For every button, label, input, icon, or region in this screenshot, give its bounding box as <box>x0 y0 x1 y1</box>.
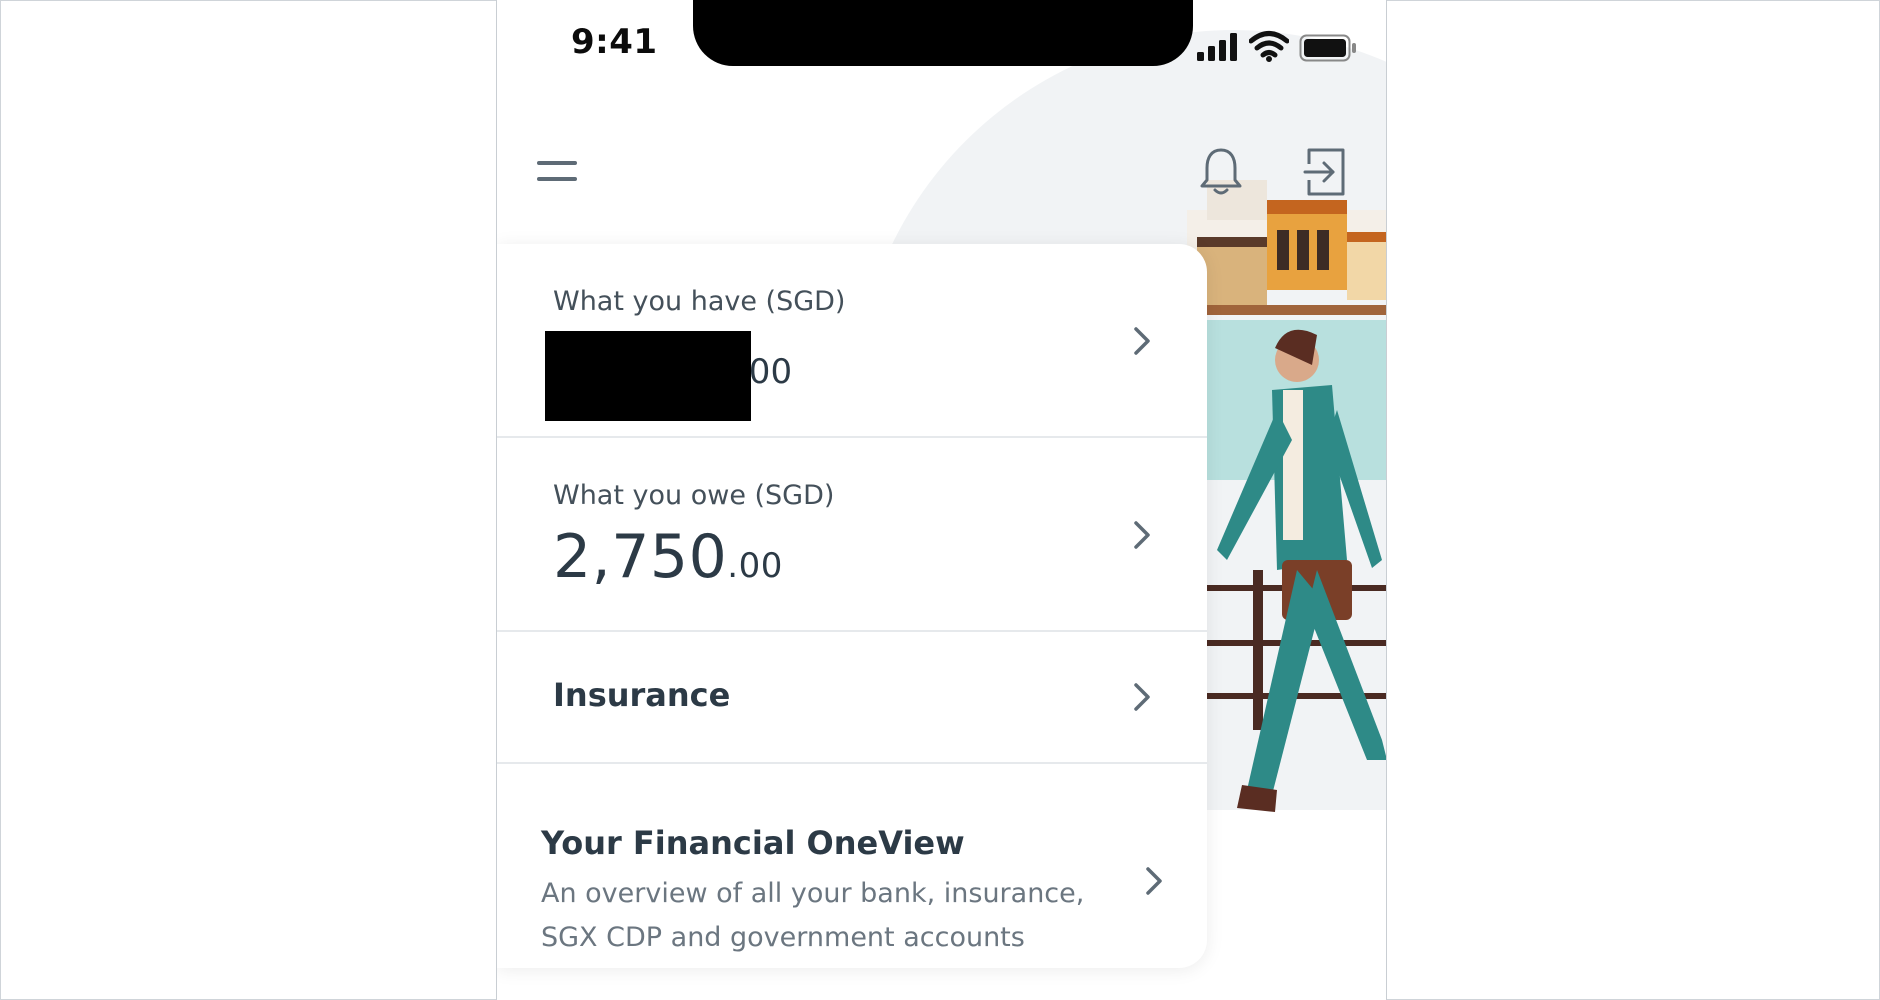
logout-icon[interactable] <box>1303 146 1347 198</box>
financial-oneview-row[interactable]: Your Financial OneView An overview of al… <box>497 764 1207 968</box>
what-you-owe-label: What you owe (SGD) <box>553 480 835 511</box>
oneview-description: An overview of all your bank, insurance,… <box>541 878 1085 953</box>
chevron-right-icon <box>1146 867 1162 895</box>
amount-decimal: .00 <box>727 546 783 586</box>
oneview-title: Your Financial OneView <box>541 824 965 862</box>
what-you-have-row[interactable]: What you have (SGD) .00 <box>497 244 1207 438</box>
device-notch <box>693 0 1193 66</box>
battery-icon <box>1299 34 1356 62</box>
accounts-card: What you have (SGD) .00 What you owe (SG… <box>497 244 1207 968</box>
cellular-signal-icon <box>1197 33 1237 61</box>
bell-icon[interactable] <box>1199 146 1243 198</box>
hamburger-menu-icon[interactable] <box>535 158 579 186</box>
chevron-right-icon <box>1134 521 1150 549</box>
redacted-amount-block <box>545 331 751 421</box>
amount-whole: 2,750 <box>553 522 728 592</box>
what-you-owe-amount: 2,750.00 <box>553 522 783 592</box>
chevron-right-icon <box>1134 683 1150 711</box>
status-time: 9:41 <box>571 22 658 62</box>
what-you-owe-row[interactable]: What you owe (SGD) 2,750.00 <box>497 438 1207 632</box>
phone-screen: 9:41 What you have (SGD) .00 What you ow… <box>496 0 1387 1000</box>
what-you-have-label: What you have (SGD) <box>553 286 846 317</box>
chevron-right-icon <box>1134 327 1150 355</box>
insurance-row[interactable]: Insurance <box>497 632 1207 764</box>
wifi-icon <box>1249 31 1289 62</box>
insurance-label: Insurance <box>553 676 731 714</box>
